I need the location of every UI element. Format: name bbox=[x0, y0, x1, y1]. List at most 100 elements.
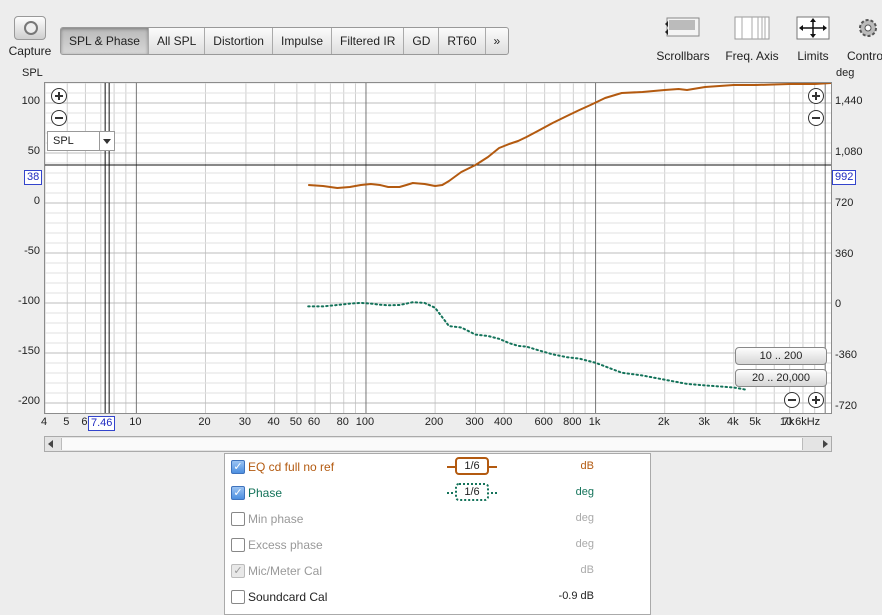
scrollbars-button[interactable]: Scrollbars bbox=[654, 16, 712, 63]
x-tick-label: 5k bbox=[749, 416, 761, 428]
legend-row-eq[interactable]: ✓ EQ cd full no ref 1/6 dB bbox=[225, 454, 650, 480]
x-tick-label: 300 bbox=[465, 416, 484, 428]
limits-button[interactable]: Limits bbox=[792, 16, 834, 63]
x-tick-label: 10 bbox=[129, 416, 142, 428]
scrollbar-thumb[interactable] bbox=[61, 438, 803, 450]
legend-unit-excess-phase: deg bbox=[575, 538, 594, 550]
x-tick-label: 30 bbox=[238, 416, 252, 428]
x-tick-label: 10.6kHz bbox=[779, 416, 821, 428]
plot-area[interactable] bbox=[44, 82, 832, 414]
legend-row-min-phase[interactable]: Min phase deg bbox=[225, 506, 650, 532]
limits-icon bbox=[796, 16, 830, 40]
tab-rt60[interactable]: RT60 bbox=[439, 28, 486, 54]
spl-select[interactable]: SPL bbox=[47, 131, 115, 151]
range-10-200-button[interactable]: 10 .. 200 bbox=[735, 347, 827, 365]
y-right-tick-label: 1,440 bbox=[835, 95, 863, 108]
range-20-20000-button[interactable]: 20 .. 20,000 bbox=[735, 369, 827, 387]
smoothing-phase[interactable]: 1/6 bbox=[447, 483, 523, 501]
scroll-left-icon[interactable] bbox=[48, 440, 53, 448]
scroll-right-icon[interactable] bbox=[823, 440, 828, 448]
x-tick-label: 4 bbox=[40, 416, 48, 428]
x-tick-label: 100 bbox=[355, 416, 375, 428]
checkbox-excess-phase[interactable] bbox=[231, 538, 245, 552]
legend-row-excess-phase[interactable]: Excess phase deg bbox=[225, 532, 650, 558]
legend-name-soundcard-cal: Soundcard Cal bbox=[248, 590, 328, 604]
y-right-tick-label: 0 bbox=[835, 298, 842, 311]
tab-distortion[interactable]: Distortion bbox=[205, 28, 273, 54]
smoothing-phase-label: 1/6 bbox=[455, 483, 489, 501]
capture-button[interactable]: Capture bbox=[4, 16, 56, 58]
legend-name-min-phase: Min phase bbox=[248, 512, 304, 526]
checkbox-soundcard-cal[interactable] bbox=[231, 590, 245, 604]
x-tick-label: 80 bbox=[336, 416, 349, 428]
legend-row-soundcard-cal[interactable]: Soundcard Cal -0.9 dB bbox=[225, 584, 650, 610]
x-tick-label: 6 bbox=[81, 416, 88, 428]
right-zoom-in-icon[interactable] bbox=[808, 88, 824, 104]
legend-unit-eq: dB bbox=[580, 460, 594, 472]
y-right-tick-label: 720 bbox=[835, 196, 854, 209]
x-tick-label: 60 bbox=[307, 416, 321, 428]
x-tick-label: 200 bbox=[424, 416, 444, 428]
x-tick-label: 600 bbox=[534, 416, 553, 428]
smoothing-eq[interactable]: 1/6 bbox=[447, 457, 523, 475]
x-tick-label: 3k bbox=[698, 416, 710, 428]
cursor-spl-readout: 38 bbox=[24, 170, 43, 185]
checkbox-min-phase[interactable] bbox=[231, 512, 245, 526]
freq-axis-button[interactable]: Freq. Axis bbox=[722, 16, 782, 63]
left-zoom-in-icon[interactable] bbox=[51, 88, 67, 104]
chevron-down-icon bbox=[99, 132, 114, 150]
toolbar: Capture SPL & Phase All SPL Distortion I… bbox=[0, 0, 882, 70]
gear-icon bbox=[859, 19, 877, 37]
controls-label: Contro bbox=[847, 49, 882, 63]
y-left-tick-label: 0 bbox=[33, 195, 40, 207]
horizontal-scrollbar[interactable] bbox=[44, 436, 832, 452]
controls-button[interactable]: Contro bbox=[844, 16, 882, 63]
graph-svg bbox=[45, 83, 831, 413]
legend-unit-min-phase: deg bbox=[575, 512, 594, 524]
legend-name-excess-phase: Excess phase bbox=[248, 538, 323, 552]
left-zoom-out-icon[interactable] bbox=[51, 110, 67, 126]
right-zoom-out-icon[interactable] bbox=[808, 110, 824, 126]
y-left-tick-label: -200 bbox=[17, 395, 40, 407]
limits-label: Limits bbox=[797, 49, 829, 63]
right-axis-title: deg bbox=[836, 67, 855, 79]
tab-more[interactable]: » bbox=[486, 28, 509, 54]
tab-impulse[interactable]: Impulse bbox=[273, 28, 333, 54]
x-tick-label: 5 bbox=[63, 416, 70, 428]
capture-label: Capture bbox=[8, 44, 52, 58]
cursor-phase-readout: 992 bbox=[832, 170, 857, 185]
x-tick-label: 400 bbox=[494, 416, 513, 428]
legend-row-mic-cal[interactable]: ✓ Mic/Meter Cal dB bbox=[225, 558, 650, 584]
tab-spl-phase[interactable]: SPL & Phase bbox=[61, 28, 149, 54]
y-left-tick-label: -150 bbox=[17, 345, 40, 357]
trace-legend: ✓ EQ cd full no ref 1/6 dB ✓ Phase 1/6 d… bbox=[224, 453, 651, 615]
x-tick-label: 4k bbox=[727, 416, 739, 428]
y-left-tick-label: -50 bbox=[24, 245, 40, 257]
scrollbars-icon bbox=[665, 17, 700, 37]
legend-name-mic-cal: Mic/Meter Cal bbox=[248, 564, 323, 578]
x-tick-label: 20 bbox=[198, 416, 211, 428]
graph-tabs: SPL & Phase All SPL Distortion Impulse F… bbox=[60, 27, 510, 55]
checkbox-eq[interactable]: ✓ bbox=[231, 460, 245, 474]
x-zoom-out-icon[interactable] bbox=[784, 392, 800, 408]
spl-select-value: SPL bbox=[53, 135, 74, 147]
y-right-tick-label: -360 bbox=[835, 349, 858, 362]
spl-series-line bbox=[308, 83, 831, 189]
y-right-tick-label: 1,080 bbox=[835, 146, 863, 159]
tab-filtered-ir[interactable]: Filtered IR bbox=[332, 28, 405, 54]
y-right-tick-label: -720 bbox=[835, 399, 858, 412]
tab-gd[interactable]: GD bbox=[404, 28, 440, 54]
checkbox-phase[interactable]: ✓ bbox=[231, 486, 245, 500]
tab-all-spl[interactable]: All SPL bbox=[149, 28, 206, 54]
y-left-tick-label: -100 bbox=[17, 295, 40, 307]
x-tick-label: 1k bbox=[588, 416, 601, 428]
smoothing-eq-label: 1/6 bbox=[455, 457, 489, 475]
x-tick-label: 800 bbox=[563, 416, 582, 428]
legend-row-phase[interactable]: ✓ Phase 1/6 deg bbox=[225, 480, 650, 506]
cursor-freq-readout: 7.46 bbox=[88, 416, 116, 431]
camera-icon bbox=[14, 16, 46, 40]
checkbox-mic-cal[interactable]: ✓ bbox=[231, 564, 245, 578]
legend-unit-soundcard-cal: -0.9 dB bbox=[558, 590, 594, 602]
freq-axis-icon bbox=[734, 16, 770, 40]
x-zoom-in-icon[interactable] bbox=[808, 392, 824, 408]
